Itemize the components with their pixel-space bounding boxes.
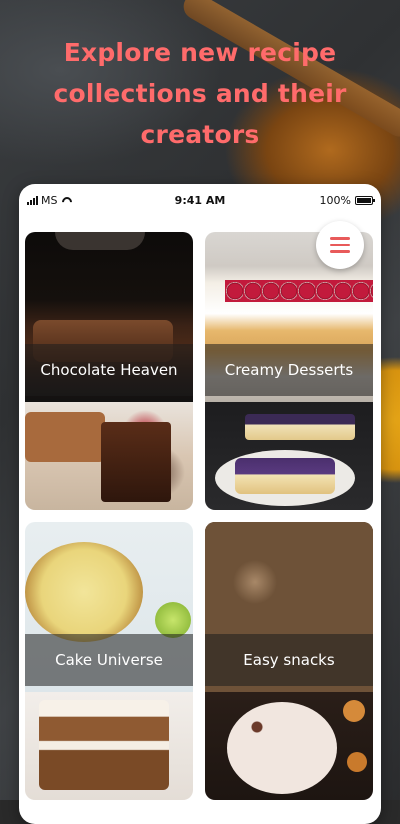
phone-screen: MS 9:41 AM 100% Chocolate Heaven Creamy …	[19, 184, 381, 824]
collection-title: Cake Universe	[55, 651, 163, 669]
collection-label-band: Chocolate Heaven	[25, 344, 193, 396]
coconut-truffles-photo	[205, 692, 373, 800]
carrot-cake-photo	[25, 692, 193, 800]
battery-icon	[355, 196, 375, 205]
collection-card-chocolate-heaven[interactable]: Chocolate Heaven	[25, 232, 193, 510]
collection-card-cake-universe[interactable]: Cake Universe	[25, 522, 193, 800]
collection-card-creamy-desserts[interactable]: Creamy Desserts	[205, 232, 373, 510]
brownie-photo	[25, 402, 193, 510]
promo-headline: Explore new recipe collections and their…	[0, 32, 400, 155]
collection-card-easy-snacks[interactable]: Easy snacks	[205, 522, 373, 800]
status-bar: MS 9:41 AM 100%	[19, 184, 381, 220]
collection-title: Chocolate Heaven	[40, 361, 178, 379]
collection-title: Easy snacks	[243, 651, 335, 669]
blueberry-cheesecake-photo	[205, 402, 373, 510]
headline-line-2: collections and their	[53, 79, 347, 108]
headline-line-1: Explore new recipe	[63, 38, 337, 67]
headline-line-3: creators	[140, 120, 260, 149]
status-right: 100%	[319, 194, 375, 207]
collection-title: Creamy Desserts	[224, 361, 354, 379]
collection-label-band: Cake Universe	[25, 634, 193, 686]
battery-percent: 100%	[319, 194, 351, 207]
hamburger-menu-icon[interactable]	[316, 221, 364, 269]
collection-label-band: Creamy Desserts	[205, 344, 373, 396]
collection-label-band: Easy snacks	[205, 634, 373, 686]
